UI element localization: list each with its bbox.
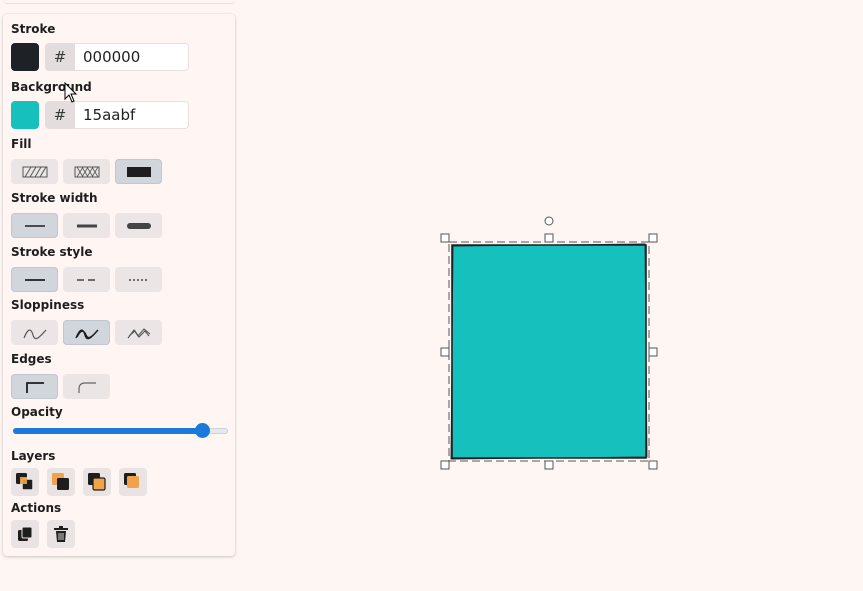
rotation-handle[interactable]: [544, 216, 554, 226]
resize-handle-s[interactable]: [544, 460, 554, 470]
canvas[interactable]: [0, 0, 863, 591]
resize-handle-nw[interactable]: [440, 233, 450, 243]
selected-rectangle[interactable]: [450, 243, 648, 460]
resize-handle-sw[interactable]: [440, 460, 450, 470]
resize-handle-ne[interactable]: [648, 233, 658, 243]
resize-handle-se[interactable]: [648, 460, 658, 470]
resize-handle-w[interactable]: [440, 347, 450, 357]
rectangle-fill[interactable]: [452, 245, 646, 458]
resize-handle-e[interactable]: [648, 347, 658, 357]
resize-handle-n[interactable]: [544, 233, 554, 243]
